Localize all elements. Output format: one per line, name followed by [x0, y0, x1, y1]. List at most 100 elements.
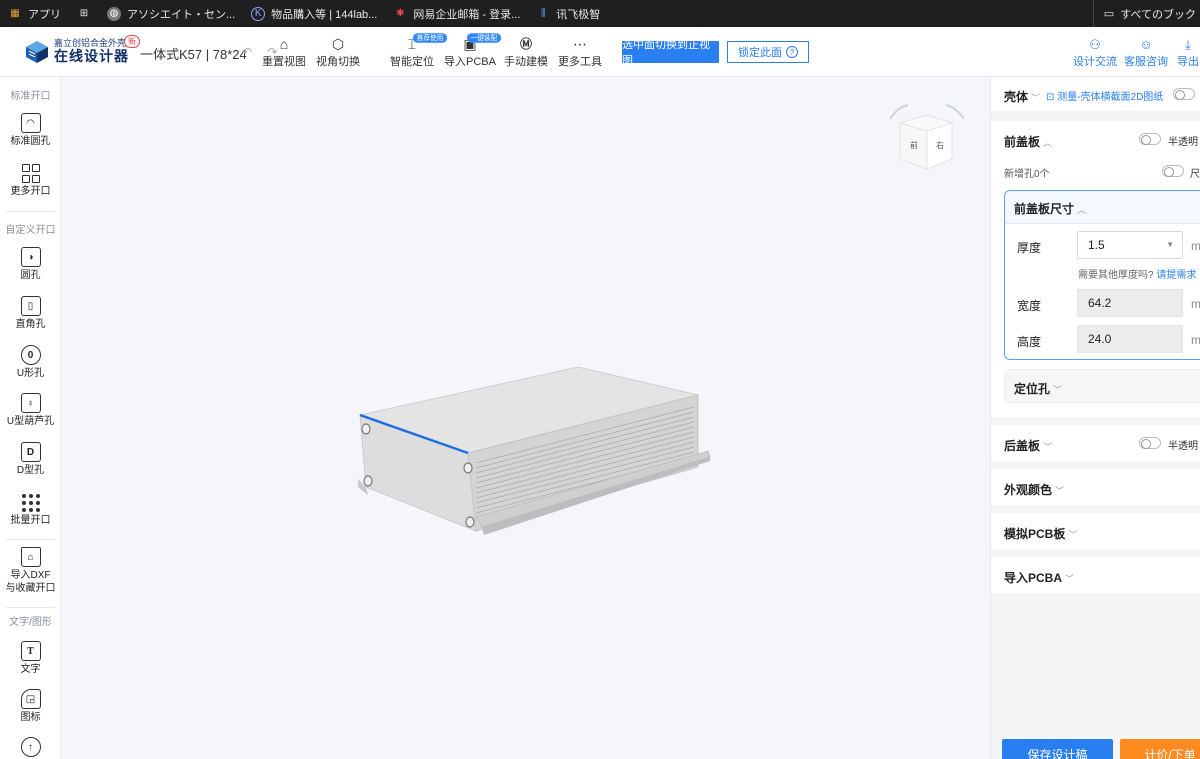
- measure-drawing-link[interactable]: ⊡ 测量-壳体横截面2D图纸: [1046, 88, 1163, 103]
- thickness-label: 厚度: [1017, 241, 1042, 255]
- manual-model-button[interactable]: Ⓜ 手动建模: [504, 35, 548, 69]
- shell-row: 壳体 ﹀ ⊡ 测量-壳体横截面2D图纸: [991, 77, 1200, 111]
- u-hole-tool[interactable]: 0 U形孔: [0, 345, 61, 380]
- reset-view-button[interactable]: ⌂ 重置视图: [262, 35, 306, 69]
- text-tool[interactable]: T 文字: [0, 641, 61, 676]
- design-forum-button[interactable]: ⚇ 设计交流: [1073, 37, 1117, 69]
- import-dxf-tool[interactable]: ⌂ 导入DXF 与收藏开口: [0, 547, 61, 595]
- front-cover-section: 前盖板 ︿ 半透明 新增孔0个 尺 前盖板尺寸 ︿ 厚度 1.5 ▼ m 需要其他厚…: [991, 121, 1200, 417]
- keyhole-tool[interactable]: ♁ U型葫芦孔: [0, 393, 61, 428]
- import-pcba-section[interactable]: 导入PCBA ﹀: [991, 557, 1200, 593]
- d-hole-tool[interactable]: D D型孔: [0, 442, 61, 477]
- view-switch-button[interactable]: ⬡ 视角切换: [316, 35, 360, 69]
- front-cover-header[interactable]: 前盖板 ︿: [1004, 133, 1052, 150]
- u-hole-icon: 0: [20, 345, 41, 365]
- chevron-down-icon: ﹀: [1055, 486, 1065, 496]
- cube-icon: ⬡: [331, 36, 345, 52]
- home-icon: ⌂: [279, 36, 289, 52]
- thickness-select[interactable]: 1.5 ▼: [1077, 231, 1183, 259]
- grid-icon: [21, 163, 41, 183]
- more-openings-tool[interactable]: 更多开口: [0, 163, 61, 198]
- chevron-down-icon: ﹀: [1031, 93, 1041, 103]
- globe-icon: ◍: [107, 6, 121, 21]
- keyhole-icon: ♁: [20, 393, 41, 413]
- more-tools-button[interactable]: ⋯ 更多工具: [558, 35, 602, 69]
- new-holes-count: 新增孔0个: [1004, 169, 1050, 180]
- round-hole-tool[interactable]: ◑ 圆孔: [0, 247, 61, 282]
- bookmark-144lab[interactable]: K 物品購入等 | 144lab...: [243, 6, 385, 22]
- shell-dropdown[interactable]: 壳体 ﹀: [1004, 88, 1040, 105]
- pcb-sim-section[interactable]: 模拟PCB板 ﹀: [991, 513, 1200, 549]
- locate-holes-label: 定位孔: [1014, 382, 1051, 396]
- height-label: 高度: [1017, 335, 1042, 349]
- section-custom-title: 自定义开口: [5, 225, 56, 236]
- thickness-unit: m: [1191, 239, 1200, 253]
- save-design-button[interactable]: 保存设计稿: [1002, 739, 1113, 759]
- rotate-right-arrow-icon: [945, 104, 965, 120]
- divider: [6, 607, 55, 608]
- section-text-title: 文字/图形: [9, 617, 52, 628]
- one-click-badge: 一键装配: [466, 33, 502, 43]
- upload-tool[interactable]: ↑: [0, 737, 61, 759]
- house-import-icon: ⌂: [20, 547, 41, 567]
- new-badge: 新: [124, 35, 140, 48]
- height-field: 24.0: [1077, 325, 1183, 353]
- chevron-down-icon: ﹀: [1065, 574, 1075, 584]
- bookmark-apps[interactable]: ▦ アプリ: [0, 6, 69, 22]
- all-bookmarks[interactable]: ▭ すべてのブック: [1092, 0, 1200, 27]
- size-toggle[interactable]: [1162, 165, 1184, 177]
- switch-front-view-button[interactable]: 选中面切换到正视图: [622, 39, 719, 67]
- d-hole-icon: D: [20, 442, 41, 462]
- bookmark-iflytek[interactable]: ⫼ 讯飞极智: [528, 6, 608, 22]
- 3d-viewport[interactable]: 前 右: [61, 77, 990, 759]
- batch-opening-tool[interactable]: 批量开口: [0, 492, 61, 527]
- rect-hole-icon: ▯: [20, 296, 41, 316]
- height-unit: m: [1191, 333, 1200, 347]
- chevron-up-icon: ︿: [1077, 205, 1087, 215]
- bookmarks-bar: ▦ アプリ ⊞ ◍ アソシエイト・セン... K 物品購入等 | 144lab.…: [0, 0, 1200, 27]
- apps-grid-icon: ▦: [10, 8, 20, 19]
- divider: [6, 211, 55, 212]
- bookmark-netease-mail[interactable]: ✱ 网易企业邮箱 - 登录...: [385, 6, 528, 22]
- quote-order-button[interactable]: 计价/下单: [1120, 739, 1200, 759]
- appearance-section[interactable]: 外观颜色 ﹀: [991, 469, 1200, 505]
- chevron-up-icon: ︿: [1043, 138, 1053, 148]
- shapes-tool[interactable]: ◲ 图标: [0, 689, 61, 724]
- text-icon: T: [20, 641, 41, 661]
- export-button[interactable]: ⤓ 导出: [1177, 37, 1199, 69]
- m-hex-icon: Ⓜ: [519, 37, 532, 51]
- shell-toggle[interactable]: [1173, 88, 1195, 100]
- rect-hole-tool[interactable]: ▯ 直角孔: [0, 296, 61, 331]
- chevron-down-icon: ﹀: [1068, 530, 1078, 540]
- shapes-icon: ◲: [20, 689, 41, 709]
- divider: [6, 539, 55, 540]
- k-logo-icon: K: [251, 6, 266, 21]
- request-link[interactable]: 请提需求: [1156, 270, 1196, 281]
- standard-hole-tool[interactable]: ◠ 标准圆孔: [0, 113, 61, 148]
- netease-icon: ✱: [396, 8, 405, 19]
- app-logo[interactable]: 嘉立创铝合金外壳 在线设计器 新: [24, 35, 140, 65]
- back-translucent-toggle[interactable]: [1139, 437, 1161, 449]
- view-cube[interactable]: 前 右: [884, 103, 970, 177]
- cube-face-front: 前: [910, 140, 918, 150]
- locate-holes-row[interactable]: 定位孔 ﹀: [1004, 369, 1200, 403]
- width-field: 64.2: [1077, 289, 1183, 317]
- front-translucent-toggle[interactable]: [1139, 133, 1161, 145]
- help-icon: ?: [786, 46, 798, 58]
- app-header: 嘉立创铝合金外壳 在线设计器 新 一体式K57 | 78*24 ↶ ↷ ⌂ 重置…: [0, 27, 1200, 77]
- customer-service-button[interactable]: ☺ 客服咨询: [1124, 37, 1168, 69]
- bookmark-tab-grid[interactable]: ⊞: [69, 7, 99, 21]
- tab-grid-icon: ⊞: [79, 8, 89, 19]
- smart-position-button[interactable]: ⌶ 智能定位 推荐使用: [390, 33, 448, 69]
- caret-down-icon: ▼: [1166, 240, 1174, 249]
- bookmark-associate[interactable]: ◍ アソシエイト・セン...: [99, 6, 243, 22]
- logo-icon: [26, 41, 48, 63]
- lock-face-button[interactable]: 锁定此面 ?: [727, 41, 809, 63]
- standard-hole-icon: ◠: [20, 113, 41, 133]
- back-translucent-label: 半透明: [1168, 441, 1198, 452]
- section-standard-title: 标准开口: [10, 91, 51, 102]
- left-toolbar: 标准开口 ◠ 标准圆孔 更多开口 自定义开口 ◑ 圆孔 ▯ 直角孔 0 U形孔 …: [0, 77, 61, 759]
- back-cover-header[interactable]: 后盖板 ﹀: [1004, 437, 1052, 454]
- import-pcba-button[interactable]: ▣ 导入PCBA 一键装配: [444, 33, 502, 69]
- enclosure-model[interactable]: [358, 367, 718, 547]
